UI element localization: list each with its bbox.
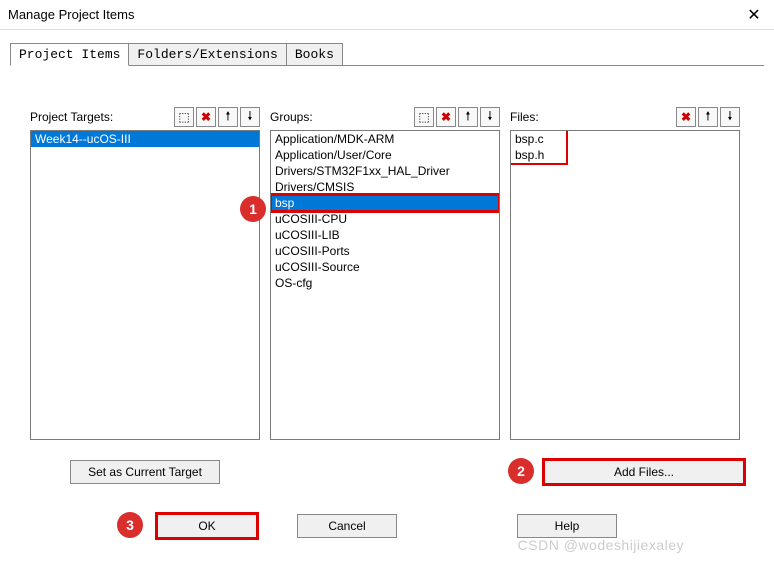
add-files-button[interactable]: Add Files...	[544, 460, 744, 484]
tab-folders-extensions[interactable]: Folders/Extensions	[128, 43, 286, 65]
groups-label: Groups:	[270, 110, 412, 124]
column-files: Files: ✖ 🠕 🠗 bsp.c bsp.h	[510, 106, 740, 440]
list-item[interactable]: bsp.c	[511, 131, 739, 147]
new-icon[interactable]: ⬚	[414, 107, 434, 127]
down-icon[interactable]: 🠗	[480, 107, 500, 127]
below-row: Set as Current Target 2 Add Files...	[10, 450, 764, 484]
dialog-content: Project Items Folders/Extensions Books P…	[0, 30, 774, 548]
targets-label: Project Targets:	[30, 110, 172, 124]
column-groups: 1 Groups: ⬚ ✖ 🠕 🠗 Application/MDK-ARM Ap…	[270, 106, 500, 440]
files-label: Files:	[510, 110, 674, 124]
tab-books[interactable]: Books	[286, 43, 343, 65]
column-targets: Project Targets: ⬚ ✖ 🠕 🠗 Week14--ucOS-II…	[30, 106, 260, 440]
window-title: Manage Project Items	[8, 7, 742, 22]
ok-button[interactable]: OK	[157, 514, 257, 538]
files-header: Files: ✖ 🠕 🠗	[510, 106, 740, 128]
annotation-marker: 2	[508, 458, 534, 484]
new-icon[interactable]: ⬚	[174, 107, 194, 127]
cancel-button[interactable]: Cancel	[297, 514, 397, 538]
down-icon[interactable]: 🠗	[720, 107, 740, 127]
list-item[interactable]: OS-cfg	[271, 275, 499, 291]
targets-listbox[interactable]: Week14--ucOS-III	[30, 130, 260, 440]
files-listbox[interactable]: bsp.c bsp.h	[510, 130, 740, 440]
close-icon[interactable]: ✕	[742, 5, 766, 25]
up-icon[interactable]: 🠕	[458, 107, 478, 127]
bottom-button-row: 3 OK Cancel Help	[10, 514, 764, 548]
list-item[interactable]: bsp	[271, 195, 499, 211]
annotation-marker: 1	[240, 196, 266, 222]
delete-icon[interactable]: ✖	[676, 107, 696, 127]
tab-bar: Project Items Folders/Extensions Books	[10, 42, 764, 66]
title-bar: Manage Project Items ✕	[0, 0, 774, 30]
delete-icon[interactable]: ✖	[196, 107, 216, 127]
delete-icon[interactable]: ✖	[436, 107, 456, 127]
down-icon[interactable]: 🠗	[240, 107, 260, 127]
list-item[interactable]: uCOSIII-Ports	[271, 243, 499, 259]
list-item[interactable]: uCOSIII-LIB	[271, 227, 499, 243]
list-item[interactable]: Drivers/CMSIS	[271, 179, 499, 195]
targets-header: Project Targets: ⬚ ✖ 🠕 🠗	[30, 106, 260, 128]
groups-listbox[interactable]: Application/MDK-ARM Application/User/Cor…	[270, 130, 500, 440]
list-item[interactable]: Week14--ucOS-III	[31, 131, 259, 147]
up-icon[interactable]: 🠕	[218, 107, 238, 127]
annotation-marker: 3	[117, 512, 143, 538]
help-button[interactable]: Help	[517, 514, 617, 538]
list-item[interactable]: uCOSIII-CPU	[271, 211, 499, 227]
tab-project-items[interactable]: Project Items	[10, 43, 129, 66]
list-item[interactable]: bsp.h	[511, 147, 739, 163]
list-item[interactable]: uCOSIII-Source	[271, 259, 499, 275]
list-item[interactable]: Application/MDK-ARM	[271, 131, 499, 147]
up-icon[interactable]: 🠕	[698, 107, 718, 127]
panel-area: Project Targets: ⬚ ✖ 🠕 🠗 Week14--ucOS-II…	[10, 66, 764, 450]
list-item[interactable]: Drivers/STM32F1xx_HAL_Driver	[271, 163, 499, 179]
groups-header: Groups: ⬚ ✖ 🠕 🠗	[270, 106, 500, 128]
set-current-target-button[interactable]: Set as Current Target	[70, 460, 220, 484]
list-item[interactable]: Application/User/Core	[271, 147, 499, 163]
